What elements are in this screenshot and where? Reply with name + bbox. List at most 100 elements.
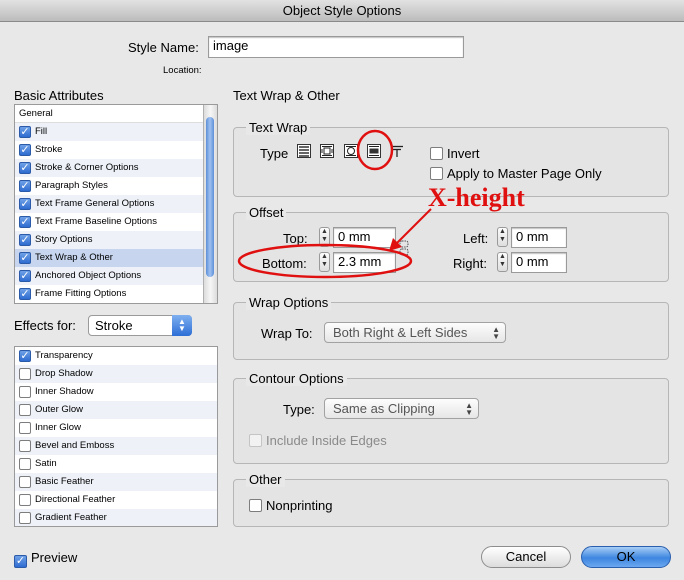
checkbox[interactable]: ✓ (19, 180, 31, 192)
right-offset-input[interactable]: 0 mm (511, 252, 567, 273)
contour-options-group (233, 378, 669, 464)
chevron-updown-icon: ▲ ▼ (172, 315, 192, 336)
checkbox[interactable] (19, 476, 31, 488)
other-title: Other (246, 472, 285, 487)
checkbox[interactable]: ✓ (19, 350, 31, 362)
checkbox[interactable]: ✓ (19, 288, 31, 300)
invert-label: Invert (447, 146, 480, 161)
effect-item-directional-feather[interactable]: Directional Feather (15, 491, 217, 509)
location-label: Location: (163, 65, 202, 76)
checkbox[interactable] (19, 494, 31, 506)
effects-for-select[interactable]: Stroke ▲ ▼ (88, 315, 192, 336)
chevron-updown-icon: ▲ ▼ (492, 325, 500, 341)
effect-label: Directional Feather (35, 494, 116, 505)
list-item-label: Frame Fitting Options (35, 288, 127, 299)
list-item-fill[interactable]: ✓ Fill (15, 123, 217, 141)
x-height-annotation: X-height (428, 183, 525, 212)
scrollbar-thumb[interactable] (206, 117, 214, 277)
list-item-stroke-corner[interactable]: ✓ Stroke & Corner Options (15, 159, 217, 177)
effect-item-transparency[interactable]: ✓ Transparency (15, 347, 217, 365)
basic-attributes-list[interactable]: General ✓ Fill ✓ Stroke ✓ Stroke & Corner O… (14, 104, 218, 304)
list-item-label: General (19, 108, 53, 119)
checkbox[interactable]: ✓ (19, 198, 31, 210)
basic-attributes-heading: Basic Attributes (14, 88, 104, 103)
ok-button[interactable]: OK (581, 546, 671, 568)
preview-row[interactable]: ✓ Preview (14, 550, 77, 568)
style-name-input[interactable]: image (208, 36, 464, 58)
effects-list[interactable]: ✓ Transparency Drop Shadow Inner Shadow O… (14, 346, 218, 527)
checkbox[interactable] (19, 386, 31, 398)
effect-item-outer-glow[interactable]: Outer Glow (15, 401, 217, 419)
no-wrap-icon[interactable] (297, 144, 311, 158)
apply-master-checkbox[interactable] (430, 167, 443, 180)
list-item-anchored-object[interactable]: ✓ Anchored Object Options (15, 267, 217, 285)
highlight-circle-annotation (355, 128, 395, 172)
wrap-to-select[interactable]: Both Right & Left Sides ▲ ▼ (324, 322, 506, 343)
list-item-paragraph-styles[interactable]: ✓ Paragraph Styles (15, 177, 217, 195)
effects-for-label: Effects for: (14, 318, 76, 333)
cancel-button[interactable]: Cancel (481, 546, 571, 568)
right-stepper[interactable]: ▲ ▼ (497, 252, 508, 272)
checkbox[interactable]: ✓ (19, 234, 31, 246)
effect-label: Inner Shadow (35, 386, 94, 397)
wrap-options-title: Wrap Options (246, 295, 332, 310)
list-item-general[interactable]: General (15, 105, 217, 123)
invert-checkbox[interactable] (430, 147, 443, 160)
list-item-text-frame-general[interactable]: ✓ Text Frame General Options (15, 195, 217, 213)
list-item-text-frame-baseline[interactable]: ✓ Text Frame Baseline Options (15, 213, 217, 231)
checkbox[interactable] (19, 422, 31, 434)
wrap-to-label: Wrap To: (261, 326, 313, 341)
list-item-text-wrap[interactable]: ✓ Text Wrap & Other (15, 249, 217, 267)
apply-master-checkbox-row[interactable]: Apply to Master Page Only (430, 166, 602, 181)
checkbox[interactable]: ✓ (19, 216, 31, 228)
effect-item-inner-glow[interactable]: Inner Glow (15, 419, 217, 437)
effect-item-basic-feather[interactable]: Basic Feather (15, 473, 217, 491)
nonprinting-row[interactable]: Nonprinting (249, 498, 333, 513)
effect-item-gradient-feather[interactable]: Gradient Feather (15, 509, 217, 526)
effect-label: Basic Feather (35, 476, 94, 487)
effect-item-inner-shadow[interactable]: Inner Shadow (15, 383, 217, 401)
checkbox[interactable]: ✓ (19, 252, 31, 264)
list-item-label: Stroke (35, 144, 63, 155)
checkbox[interactable] (19, 512, 31, 524)
nonprinting-checkbox[interactable] (249, 499, 262, 512)
list-item-label: Text Frame General Options (35, 198, 155, 209)
style-name-label: Style Name: (128, 40, 199, 55)
list-item-label: Text Frame Baseline Options (35, 216, 157, 227)
preview-checkbox[interactable]: ✓ (14, 555, 27, 568)
checkbox[interactable] (19, 458, 31, 470)
checkbox[interactable]: ✓ (19, 270, 31, 282)
invert-checkbox-row[interactable]: Invert (430, 146, 480, 161)
list-item-frame-fitting[interactable]: ✓ Frame Fitting Options (15, 285, 217, 303)
contour-type-label: Type: (283, 402, 315, 417)
list-item-label: Stroke & Corner Options (35, 162, 139, 173)
chevron-updown-icon: ▲ ▼ (465, 401, 473, 417)
include-inside-edges-row[interactable]: Include Inside Edges (249, 433, 387, 448)
effect-label: Bevel and Emboss (35, 440, 115, 451)
contour-type-select[interactable]: Same as Clipping ▲ ▼ (324, 398, 479, 419)
checkbox[interactable] (19, 404, 31, 416)
effect-item-bevel-emboss[interactable]: Bevel and Emboss (15, 437, 217, 455)
left-offset-input[interactable]: 0 mm (511, 227, 567, 248)
list-item-story-options[interactable]: ✓ Story Options (15, 231, 217, 249)
checkbox[interactable] (19, 440, 31, 452)
checkbox[interactable] (19, 368, 31, 380)
basic-attributes-scrollbar[interactable] (203, 105, 217, 303)
effect-item-satin[interactable]: Satin (15, 455, 217, 473)
effect-label: Outer Glow (35, 404, 84, 415)
nonprinting-label: Nonprinting (266, 498, 333, 513)
panel-title: Text Wrap & Other (233, 88, 340, 103)
wrap-to-value: Both Right & Left Sides (333, 325, 468, 340)
checkbox[interactable]: ✓ (19, 162, 31, 174)
apply-master-label: Apply to Master Page Only (447, 166, 602, 181)
list-item-stroke[interactable]: ✓ Stroke (15, 141, 217, 159)
list-item-label: Anchored Object Options (35, 270, 142, 281)
checkbox[interactable]: ✓ (19, 144, 31, 156)
wrap-bounding-box-icon[interactable] (320, 144, 334, 158)
effect-label: Drop Shadow (35, 368, 93, 379)
checkbox[interactable]: ✓ (19, 126, 31, 138)
effect-item-drop-shadow[interactable]: Drop Shadow (15, 365, 217, 383)
effect-label: Inner Glow (35, 422, 81, 433)
left-stepper[interactable]: ▲ ▼ (497, 227, 508, 247)
include-inside-edges-checkbox[interactable] (249, 434, 262, 447)
